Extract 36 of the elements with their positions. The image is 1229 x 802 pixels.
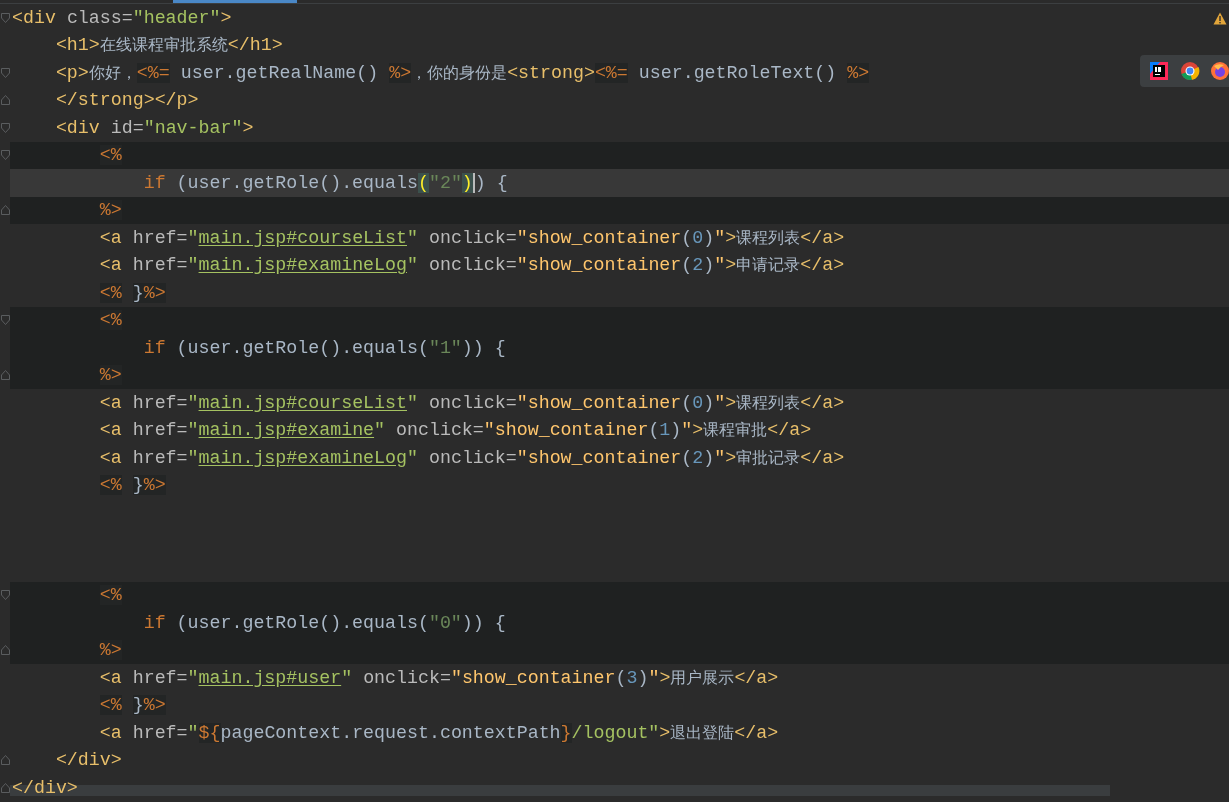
code-line: if (user.getRole().equals("1")) { — [142, 338, 506, 357]
fold-icon[interactable] — [0, 645, 10, 656]
code-line: <% }%> — [98, 283, 166, 302]
fold-icon[interactable] — [0, 315, 10, 326]
fold-icon[interactable] — [0, 782, 10, 793]
code-line: <p>你好，<%= user.getRealName() %>，你的身份是<strong><%= user.getRoleText() %> — [54, 63, 870, 82]
code-line: <div class="header"> — [12, 8, 232, 27]
fold-icon[interactable] — [0, 12, 10, 23]
code-line: <a href="main.jsp#courseList" onclick="show_container(0)">课程列表</a> — [98, 393, 845, 412]
firefox-icon[interactable] — [1210, 61, 1229, 81]
code-line: <a href="main.jsp#examineLog" onclick="show_container(2)">审批记录</a> — [98, 448, 845, 467]
ide-icon[interactable] — [1148, 60, 1170, 82]
fold-icon[interactable] — [0, 150, 10, 161]
code-line: <a href="main.jsp#examineLog" onclick="show_container(2)">申请记录</a> — [98, 256, 845, 275]
code-line: <div id="nav-bar"> — [54, 118, 254, 137]
code-line: <h1>在线课程审批系统</h1> — [54, 36, 283, 55]
warning-icon[interactable] — [1213, 12, 1227, 25]
fold-icon[interactable] — [0, 122, 10, 133]
code-line: <a href="main.jsp#courseList" onclick="show_container(0)">课程列表</a> — [98, 228, 845, 247]
code-line: <a href="main.jsp#user" onclick="show_container(3)">用户展示</a> — [98, 668, 779, 687]
code-line: </div> — [54, 751, 122, 770]
fold-icon[interactable] — [0, 95, 10, 106]
chrome-icon[interactable] — [1180, 61, 1200, 81]
code-line: </strong></p> — [54, 91, 199, 110]
code-line: if (user.getRole().equals("2")) { — [142, 172, 508, 193]
code-line: <% }%> — [98, 476, 166, 495]
code-line: if (user.getRole().equals("0")) { — [142, 613, 506, 632]
fold-icon[interactable] — [0, 590, 10, 601]
fold-icon[interactable] — [0, 755, 10, 766]
code-line: <a href="main.jsp#examine" onclick="show_container(1)">课程审批</a> — [98, 421, 812, 440]
code-line: <a href="${pageContext.request.contextPath}/logout">退出登陆</a> — [98, 723, 779, 742]
fold-icon[interactable] — [0, 370, 10, 381]
fold-icon[interactable] — [0, 67, 10, 78]
code-line: <% }%> — [98, 696, 166, 715]
fold-icon[interactable] — [0, 205, 10, 216]
code-line: </div> — [12, 778, 78, 797]
